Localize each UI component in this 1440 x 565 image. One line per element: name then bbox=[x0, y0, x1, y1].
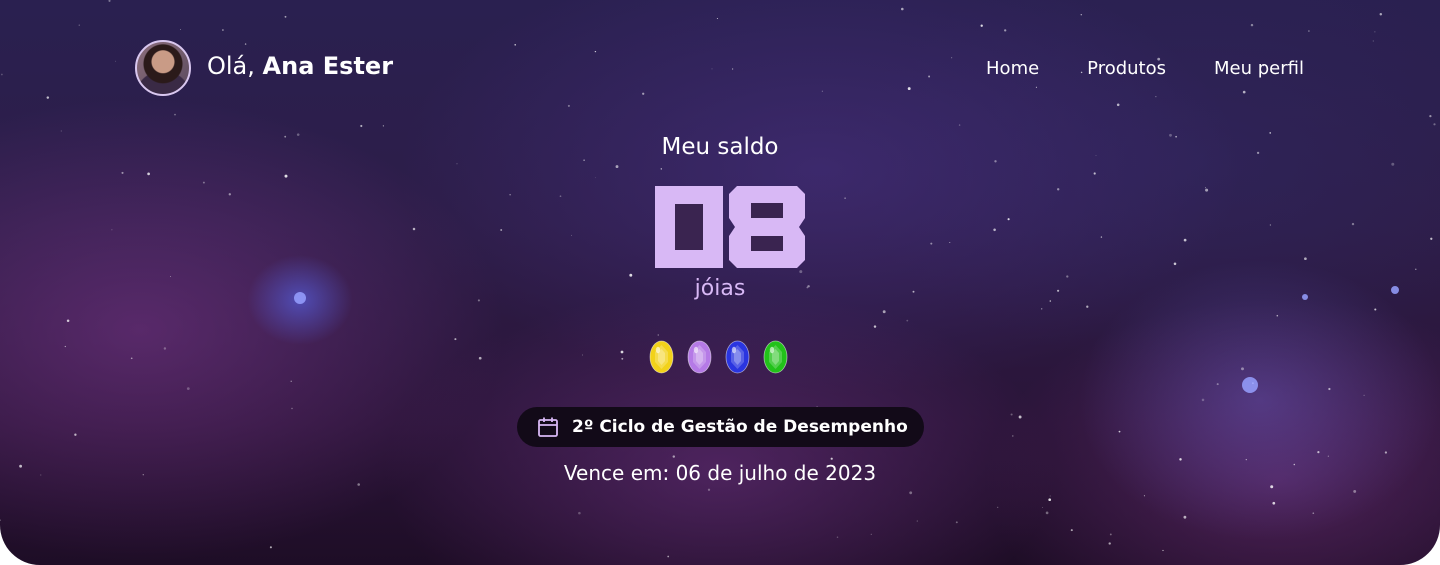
balance-digit bbox=[729, 186, 805, 268]
blue-gem-icon bbox=[725, 340, 750, 374]
greeting: Olá, Ana Ester bbox=[207, 52, 393, 80]
greeting-prefix: Olá, bbox=[207, 52, 255, 80]
gem-list bbox=[649, 340, 788, 374]
balance-label: Meu saldo bbox=[661, 134, 779, 160]
nav-produtos[interactable]: Produtos bbox=[1087, 58, 1166, 79]
green-gem-icon bbox=[763, 340, 788, 374]
nav-meu-perfil[interactable]: Meu perfil bbox=[1214, 58, 1304, 79]
avatar[interactable] bbox=[135, 40, 191, 96]
balance-value: 08 bbox=[655, 186, 805, 268]
balance-digit bbox=[655, 186, 723, 268]
purple-gem-icon bbox=[687, 340, 712, 374]
top-header: Olá, Ana Ester Home Produtos Meu perfil bbox=[0, 0, 1440, 136]
main-nav: Home Produtos Meu perfil bbox=[986, 58, 1304, 79]
due-date: Vence em: 06 de julho de 2023 bbox=[563, 461, 877, 485]
yellow-gem-icon bbox=[649, 340, 674, 374]
hero-banner: Olá, Ana Ester Home Produtos Meu perfil … bbox=[0, 0, 1440, 565]
cycle-label: 2º Ciclo de Gestão de Desempenho bbox=[572, 417, 908, 437]
cycle-badge: 2º Ciclo de Gestão de Desempenho bbox=[517, 407, 924, 447]
balance-unit: jóias bbox=[694, 276, 746, 301]
nav-home[interactable]: Home bbox=[986, 58, 1039, 79]
calendar-icon bbox=[538, 417, 558, 437]
user-name: Ana Ester bbox=[262, 52, 394, 80]
